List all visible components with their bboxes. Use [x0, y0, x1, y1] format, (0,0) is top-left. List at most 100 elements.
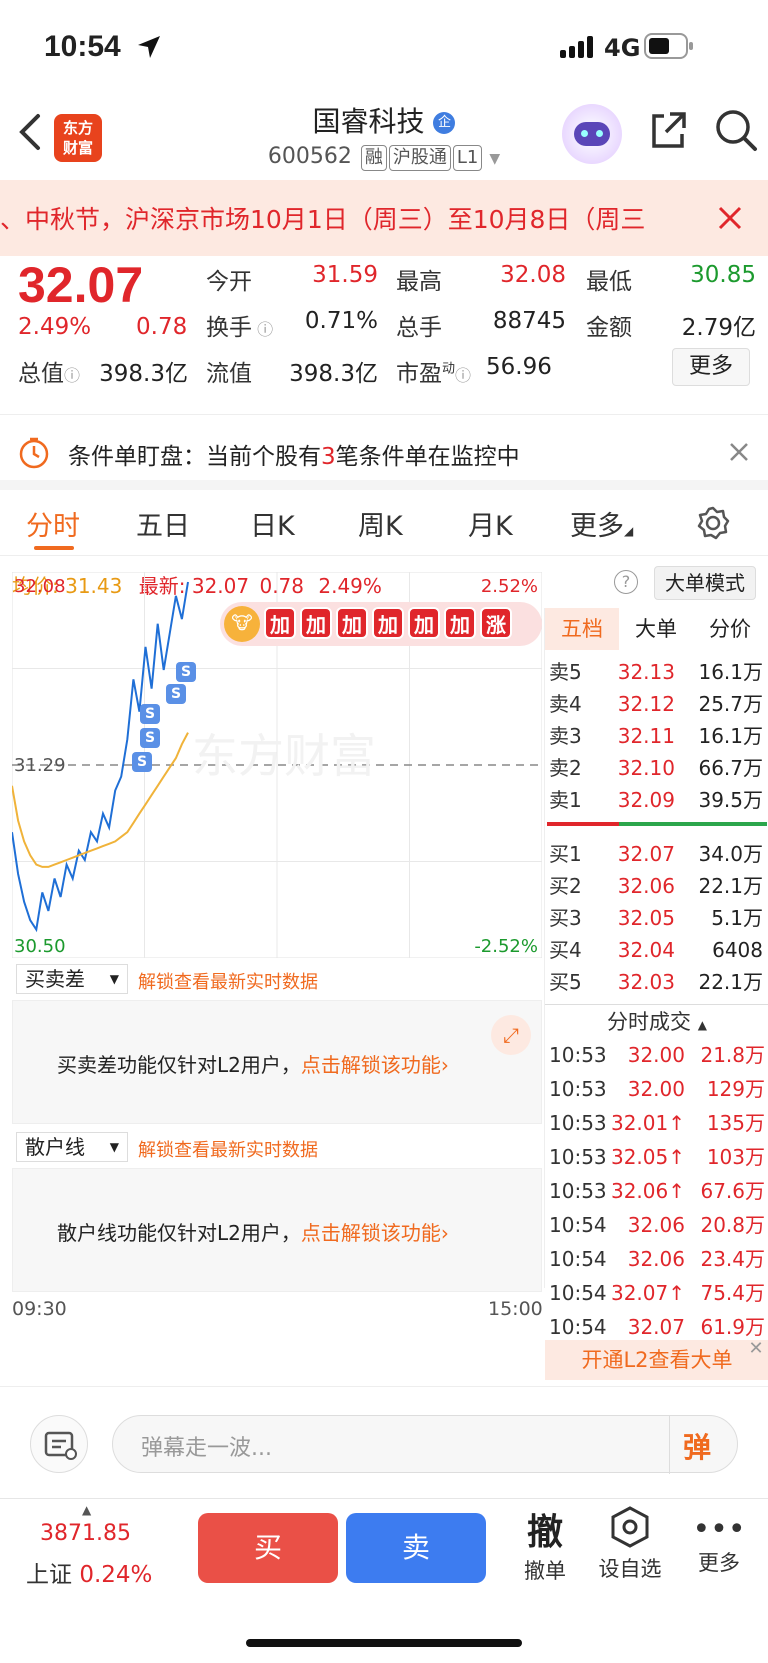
notice-text: 、中秋节，沪深京市场10月1日（周三）至10月8日（周三 — [0, 205, 646, 234]
sell-button[interactable]: 卖 — [346, 1513, 486, 1583]
indicator-body: 买卖差功能仅针对L2用户，点击解锁该功能› ⤢ — [12, 1000, 542, 1124]
banner-char: 加 — [336, 607, 368, 639]
low-value: 30.85 — [690, 262, 756, 288]
bid-row: 买2 32.06 22.1万 — [549, 874, 763, 898]
holiday-notice[interactable]: 、中秋节，沪深京市场10月1日（周三）至10月8日（周三 — [0, 180, 768, 256]
close-icon[interactable] — [716, 204, 744, 232]
buy-button[interactable]: 买 — [198, 1513, 338, 1583]
condition-order-bar[interactable]: 条件单盯盘：当前个股有3笔条件单在监控中 — [0, 414, 768, 490]
indicator-select[interactable]: 买卖差 ▼ — [16, 964, 128, 994]
x-start-label: 09:30 — [12, 1298, 67, 1320]
trade-row: 10:53 32.01↑ 135万 — [549, 1111, 765, 1135]
indicator-select[interactable]: 散户线 ▼ — [16, 1132, 128, 1162]
more-quote-button[interactable]: 更多 — [672, 348, 750, 386]
ask-row: 卖2 32.10 66.7万 — [549, 756, 763, 780]
high-value: 32.08 — [500, 262, 566, 288]
tab-intraday[interactable]: 分时 — [26, 504, 80, 543]
ob-tab-five[interactable]: 五档 — [545, 608, 619, 650]
ask-bar — [547, 822, 619, 826]
help-icon[interactable]: ? — [614, 570, 638, 594]
danmu-send-button[interactable]: 弹 — [683, 1426, 711, 1466]
index-value[interactable]: 3871.85 — [40, 1521, 131, 1546]
avg-price-line — [12, 732, 189, 868]
danmu-settings-icon[interactable] — [30, 1415, 88, 1473]
big-order-mode-button[interactable]: 大单模式 — [654, 566, 756, 600]
change-amount: 0.78 — [136, 314, 188, 340]
mascot-icon: 🐮 — [224, 606, 260, 642]
trade-row: 10:53 32.06↑ 67.6万 — [549, 1179, 765, 1203]
sell-signal-marker[interactable]: S — [176, 662, 196, 682]
float-value: 398.3亿 — [289, 361, 378, 387]
unlock-link[interactable]: 解锁查看最新实时数据 — [138, 968, 318, 994]
index-row[interactable]: 上证 0.24% — [26, 1555, 152, 1589]
sell-signal-marker[interactable]: S — [132, 752, 152, 772]
caret-up-icon: ▲ — [82, 1503, 92, 1517]
tag-margin: 融 — [360, 145, 387, 171]
danmu-bar: 弹幕走一波... 弹 — [0, 1386, 768, 1498]
turnover-value: 0.71% — [304, 308, 378, 334]
indicator-body: 散户线功能仅针对L2用户，点击解锁该功能› — [12, 1168, 542, 1292]
indicator-buysell: 买卖差 ▼ 解锁查看最新实时数据 买卖差功能仅针对L2用户，点击解锁该功能› ⤢ — [12, 960, 542, 1128]
x-end-label: 15:00 — [488, 1298, 543, 1320]
bid-row: 买3 32.05 5.1万 — [549, 906, 763, 930]
banner-char: 加 — [264, 607, 296, 639]
unlock-link[interactable]: 解锁查看最新实时数据 — [138, 1136, 318, 1162]
bid-row: 买1 32.07 34.0万 — [549, 842, 763, 866]
cancel-order-button[interactable]: 撤 撤单 — [510, 1503, 580, 1585]
quote-panel: 32.07 2.49% 0.78 今开 31.59 最高 32.08 最低 30… — [0, 256, 768, 414]
banner-char: 涨 — [480, 607, 512, 639]
banner-char: 加 — [444, 607, 476, 639]
sell-signal-marker[interactable]: S — [140, 728, 160, 748]
change-pct: 2.49% — [18, 314, 92, 340]
sell-signal-marker[interactable]: S — [166, 684, 186, 704]
ob-tab-big[interactable]: 大单 — [619, 608, 693, 650]
unlock-feature-link[interactable]: 点击解锁该功能 — [301, 1053, 441, 1077]
settings-gear-icon[interactable] — [696, 506, 730, 540]
indicator-retail: 散户线 ▼ 解锁查看最新实时数据 散户线功能仅针对L2用户，点击解锁该功能› — [12, 1128, 542, 1296]
trades-title[interactable]: 分时成交 ▲ — [545, 1006, 768, 1036]
danmu-input[interactable]: 弹幕走一波... 弹 — [112, 1415, 738, 1474]
more-dots-icon: ••• — [692, 1512, 746, 1547]
close-icon[interactable] — [728, 441, 750, 463]
tab-weekly-k[interactable]: 周K — [358, 504, 403, 543]
trade-row: 10:54 32.06 20.8万 — [549, 1213, 765, 1237]
tab-indicator — [34, 546, 74, 550]
assistant-avatar[interactable] — [562, 104, 622, 164]
open-l2-button[interactable]: 开通L2查看大单 — [545, 1340, 768, 1380]
ob-tab-price[interactable]: 分价 — [693, 608, 767, 650]
tab-daily-k[interactable]: 日K — [250, 504, 295, 543]
chart-section: 均价: 31.43 最新: 32.07 0.78 2.49% ? 大单模式 东方… — [0, 556, 768, 1386]
network-type: 4G — [604, 34, 641, 62]
ask-row: 卖4 32.12 25.7万 — [549, 692, 763, 716]
tab-monthly-k[interactable]: 月K — [468, 504, 513, 543]
chart-tabs: 分时 五日 日K 周K 月K 更多◢ — [0, 490, 768, 556]
condition-text: 条件单盯盘：当前个股有3笔条件单在监控中 — [68, 444, 520, 470]
dropdown-caret-icon: ▼ — [489, 151, 501, 167]
bid-row: 买5 32.03 22.1万 — [549, 970, 763, 994]
enterprise-badge: 企 — [433, 112, 456, 134]
signal-icon — [560, 36, 593, 58]
timer-icon — [19, 437, 49, 469]
mktcap-value: 398.3亿 — [99, 361, 188, 387]
expand-icon[interactable]: ⤢ — [491, 1015, 531, 1055]
share-icon[interactable] — [648, 110, 688, 150]
more-button[interactable]: ••• 更多 — [684, 1513, 754, 1577]
low-label: 最低 — [586, 269, 632, 295]
banner-char: 加 — [408, 607, 440, 639]
add-watchlist-button[interactable]: 设自选 — [590, 1505, 670, 1583]
trade-row: 10:54 32.07 61.9万 — [549, 1315, 765, 1339]
high-label: 最高 — [396, 269, 442, 295]
tab-five-day[interactable]: 五日 — [136, 504, 190, 543]
tab-more[interactable]: 更多◢ — [570, 504, 633, 543]
ask-row: 卖1 32.09 39.5万 — [549, 788, 763, 812]
search-icon[interactable] — [714, 108, 758, 152]
home-indicator — [246, 1639, 522, 1647]
trade-row: 10:53 32.00 21.8万 — [549, 1043, 765, 1067]
unlock-feature-link[interactable]: 点击解锁该功能 — [301, 1221, 441, 1245]
stock-code: 600562 — [267, 144, 352, 169]
pe-label: 市盈动ⓘ — [396, 361, 472, 387]
trade-row: 10:53 32.05↑ 103万 — [549, 1145, 765, 1169]
close-icon[interactable]: ✕ — [745, 1338, 767, 1360]
sell-signal-marker[interactable]: S — [140, 704, 160, 724]
cancel-icon: 撤 — [526, 1512, 563, 1553]
